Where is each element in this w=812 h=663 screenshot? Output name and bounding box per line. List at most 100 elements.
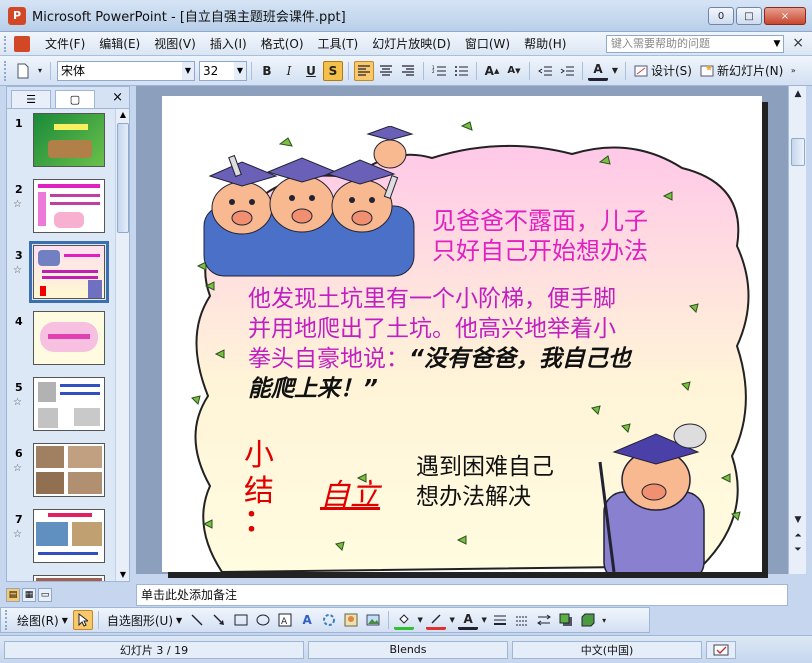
toolbar-options-icon[interactable]: ▾ [35, 61, 45, 81]
new-document-icon[interactable] [13, 61, 33, 81]
toolbar-grip[interactable] [4, 60, 8, 81]
slide-thumbnail-1[interactable]: 1 [7, 109, 115, 169]
numbering-icon[interactable]: 12 [429, 61, 449, 81]
diagram-icon[interactable] [319, 610, 339, 630]
oval-tool-icon[interactable] [253, 610, 273, 630]
slide-text-middle[interactable]: 他发现土坑里有一个小阶梯，便手脚 并用地爬出了土坑。他高兴地举着小 拳头自豪地说… [248, 284, 748, 404]
slide-thumbnail-5[interactable]: 5 ☆ [7, 373, 115, 433]
slide-text-top[interactable]: 见爸爸不露面，儿子 只好自己开始想办法 [432, 206, 648, 266]
tab-outline[interactable]: ☰ [11, 90, 51, 108]
fill-color-dropdown-icon[interactable]: ▼ [416, 610, 424, 630]
slide-scrollbar[interactable]: ▲ ▼ ⏶ ⏷ [788, 86, 806, 574]
textbox-tool-icon[interactable]: A [275, 610, 295, 630]
bullets-icon[interactable] [451, 61, 471, 81]
next-slide-icon[interactable]: ⏷ [791, 544, 805, 556]
panel-scrollbar[interactable]: ▲ ▼ [115, 109, 129, 581]
increase-indent-icon[interactable] [557, 61, 577, 81]
decrease-indent-icon[interactable] [535, 61, 555, 81]
conclusion-text[interactable]: 遇到困难自己 想办法解决 [416, 452, 554, 512]
new-slide-button[interactable]: 新幻灯片(N) [696, 61, 787, 81]
tab-slides[interactable]: ▢ [55, 90, 95, 108]
maximize-button[interactable]: □ [736, 7, 762, 25]
align-center-icon[interactable] [376, 61, 396, 81]
slide-thumbnail-7[interactable]: 7 ☆ [7, 505, 115, 565]
font-dropdown-icon[interactable]: ▼ [182, 61, 194, 80]
current-slide[interactable]: 见爸爸不露面，儿子 只好自己开始想办法 他发现土坑里有一个小阶梯，便手脚 并用地… [162, 96, 762, 572]
menu-file[interactable]: 文件(F) [38, 32, 92, 56]
design-button[interactable]: 设计(S) [630, 61, 696, 81]
arrow-tool-icon[interactable] [209, 610, 229, 630]
line-style-icon[interactable] [490, 610, 510, 630]
slide-sorter-icon[interactable]: ▦ [22, 588, 36, 602]
select-pointer-icon[interactable] [72, 610, 93, 630]
line-color-icon[interactable] [426, 610, 447, 630]
menu-grip[interactable] [4, 35, 8, 52]
drawbar-overflow-icon[interactable]: ▾ [600, 610, 608, 630]
help-search-input[interactable]: 键入需要帮助的问题 [606, 35, 784, 53]
menu-format[interactable]: 格式(O) [254, 32, 311, 56]
slideshow-view-icon[interactable]: ▭ [38, 588, 52, 602]
document-close-icon[interactable]: × [792, 35, 804, 51]
slide-thumbnail-2[interactable]: 2 ☆ [7, 175, 115, 235]
previous-slide-icon[interactable]: ⏶ [791, 530, 805, 542]
scroll-up-icon[interactable]: ▲ [791, 88, 805, 100]
clipart-icon[interactable] [341, 610, 361, 630]
keyword-text[interactable]: 自立 [320, 470, 380, 514]
align-right-icon[interactable] [398, 61, 418, 81]
italic-button[interactable]: I [279, 61, 299, 81]
toolbar-overflow-icon[interactable]: » [788, 61, 798, 81]
shadow-style-icon[interactable] [556, 610, 576, 630]
menu-insert[interactable]: 插入(I) [203, 32, 254, 56]
slide-thumbnail-4[interactable]: 4 [7, 307, 115, 367]
underline-button[interactable]: U [301, 61, 321, 81]
line-color-dropdown-icon[interactable]: ▼ [448, 610, 456, 630]
scroll-up-icon[interactable]: ▲ [116, 109, 130, 121]
font-color-dropdown-icon[interactable]: ▼ [610, 61, 620, 81]
drawbar-grip[interactable] [5, 610, 9, 630]
normal-view-icon[interactable]: ▤ [6, 588, 20, 602]
spelling-check-icon[interactable] [706, 640, 736, 659]
dash-style-icon[interactable] [512, 610, 532, 630]
autoshapes-button[interactable]: 自选图形(U) ▼ [103, 610, 186, 630]
font-color-draw-icon[interactable]: A [458, 610, 479, 630]
font-color-draw-dropdown-icon[interactable]: ▼ [480, 610, 488, 630]
fill-color-icon[interactable] [394, 610, 415, 630]
close-button[interactable]: × [764, 7, 806, 25]
line-tool-icon[interactable] [187, 610, 207, 630]
increase-font-icon[interactable]: A ▲ [482, 61, 502, 81]
slide-scroll-thumb[interactable] [791, 138, 805, 166]
slide-thumbnail-6[interactable]: 6 ☆ [7, 439, 115, 499]
menu-tools[interactable]: 工具(T) [311, 32, 366, 56]
size-dropdown-icon[interactable]: ▼ [234, 61, 246, 80]
rectangle-tool-icon[interactable] [231, 610, 251, 630]
minimize-button[interactable]: 0 [708, 7, 734, 25]
picture-icon[interactable] [363, 610, 383, 630]
document-icon[interactable] [14, 35, 30, 52]
slide-thumbnail-3[interactable]: 3 ☆ [7, 241, 115, 303]
wordart-icon[interactable]: A [297, 610, 317, 630]
font-name-select[interactable]: 宋体 ▼ [57, 60, 195, 81]
panel-close-icon[interactable]: × [112, 90, 123, 105]
menu-window[interactable]: 窗口(W) [458, 32, 517, 56]
font-size-select[interactable]: 32 ▼ [199, 60, 247, 81]
slide-thumbnail-8[interactable] [7, 571, 115, 581]
shadow-button[interactable]: S [323, 60, 343, 81]
bold-button[interactable]: B [257, 61, 277, 81]
draw-menu-button[interactable]: 绘图(R) ▼ [13, 610, 72, 630]
menu-help[interactable]: 帮助(H) [517, 32, 573, 56]
scroll-down-icon[interactable]: ▼ [791, 514, 805, 526]
menu-slideshow[interactable]: 幻灯片放映(D) [365, 32, 458, 56]
menu-edit[interactable]: 编辑(E) [92, 32, 147, 56]
help-dropdown-icon[interactable]: ▼ [770, 35, 784, 53]
powerpoint-app-icon[interactable]: P [8, 6, 26, 25]
notes-pane[interactable]: 单击此处添加备注 [136, 584, 788, 606]
scroll-down-icon[interactable]: ▼ [116, 569, 130, 581]
decrease-font-icon[interactable]: A ▼ [504, 61, 524, 81]
align-left-icon[interactable] [354, 60, 374, 81]
font-color-icon[interactable]: A [588, 61, 608, 81]
arrow-style-icon[interactable] [534, 610, 554, 630]
menu-view[interactable]: 视图(V) [147, 32, 203, 56]
panel-scroll-thumb[interactable] [117, 123, 129, 233]
summary-label[interactable]: 小 结 ： [244, 438, 274, 537]
3d-style-icon[interactable] [578, 610, 598, 630]
